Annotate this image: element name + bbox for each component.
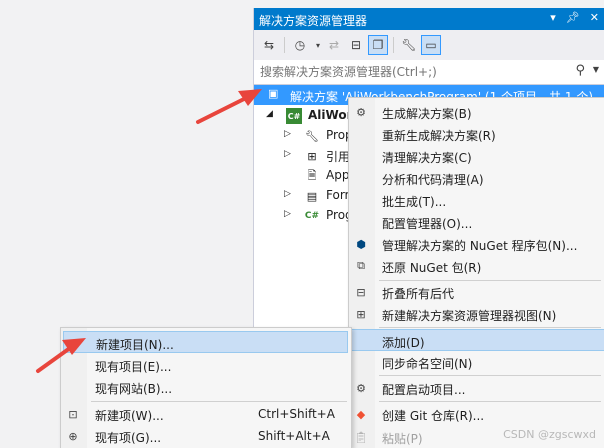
arrow-to-solution (196, 89, 262, 124)
arrow-to-new-project (36, 338, 86, 373)
watermark: CSDN @zgscwxd (503, 428, 596, 441)
annotation-arrows (36, 89, 262, 373)
